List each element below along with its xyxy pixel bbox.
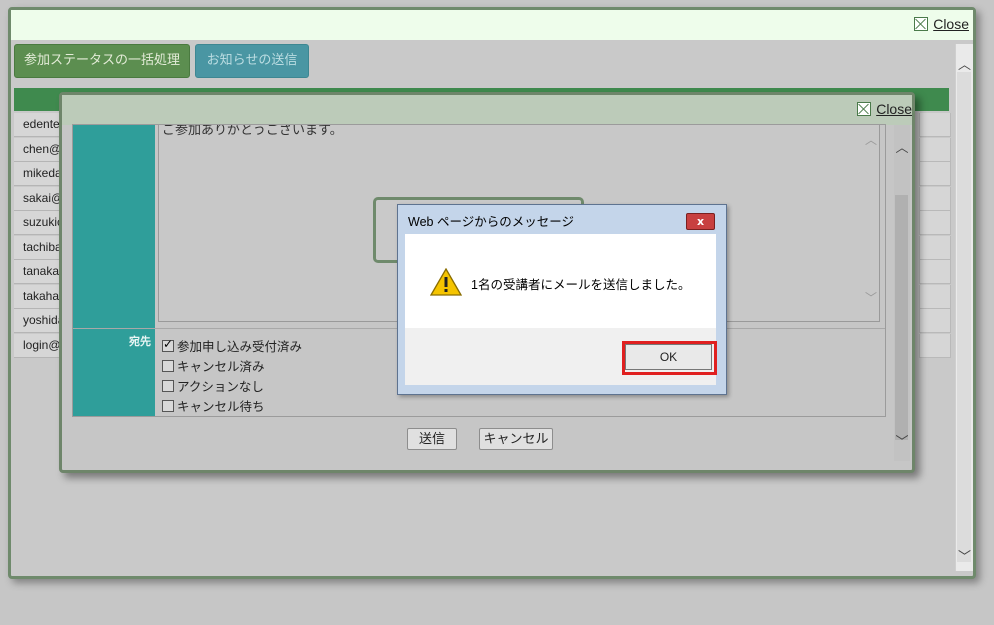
close-icon — [857, 102, 872, 116]
recipients-label-cell: 宛先 — [73, 329, 155, 416]
warning-icon — [430, 268, 462, 296]
message-box: Web ページからのメッセージ x 1名の受講者にメールを送信しました。 OK — [397, 204, 727, 395]
outer-titlebar: Close — [11, 10, 973, 40]
outer-scroll-track[interactable] — [957, 72, 971, 562]
table-cell — [919, 211, 951, 235]
scroll-down-icon[interactable]: ﹀ — [956, 546, 973, 565]
outer-close-button[interactable]: Close — [914, 16, 969, 32]
checkbox-icon[interactable] — [162, 380, 174, 392]
outer-scrollbar[interactable]: ︿ ﹀ — [955, 44, 973, 571]
checkbox-label: キャンセル済み — [177, 360, 265, 374]
table-cell — [919, 235, 951, 260]
table-cell — [919, 260, 951, 284]
checkbox-icon[interactable] — [162, 400, 174, 412]
checkbox-icon[interactable] — [162, 360, 174, 372]
inner-scroll-thumb[interactable] — [895, 195, 908, 440]
table-cell — [919, 333, 951, 358]
checkbox-cancelled[interactable]: キャンセル済み — [162, 356, 265, 375]
checkbox-label: 参加申し込み受付済み — [177, 340, 303, 354]
table-cell — [919, 186, 951, 211]
table-cell — [919, 284, 951, 309]
message-box-close-button[interactable]: x — [686, 213, 715, 230]
send-button[interactable]: 送信 — [407, 428, 457, 450]
table-cell — [919, 162, 951, 186]
checkbox-no-action[interactable]: アクションなし — [162, 376, 264, 395]
inner-close-label: Close — [876, 101, 912, 117]
outer-close-label: Close — [933, 16, 969, 32]
message-box-text: 1名の受講者にメールを送信しました。 — [471, 278, 691, 292]
bulk-status-button[interactable]: 参加ステータスの一括処理 — [14, 44, 190, 78]
textarea-scroll-up-icon[interactable]: ︿ — [865, 131, 877, 148]
recipients-label: 宛先 — [129, 335, 151, 348]
message-label-cell — [73, 125, 155, 328]
send-notice-button[interactable]: お知らせの送信 — [195, 44, 309, 78]
checkbox-icon[interactable] — [162, 337, 174, 352]
scroll-up-icon[interactable]: ︿ — [956, 54, 973, 73]
inner-scroll-down-icon[interactable]: ﹀ — [894, 431, 910, 450]
message-text: ご参加ありがとうございます。 — [162, 125, 343, 137]
ok-button-highlight — [622, 341, 717, 375]
checkbox-label: キャンセル待ち — [177, 400, 265, 414]
message-box-body: 1名の受講者にメールを送信しました。 — [405, 234, 716, 328]
checkbox-label: アクションなし — [177, 380, 264, 394]
table-cell — [919, 137, 951, 162]
textarea-scroll-down-icon[interactable]: ﹀ — [865, 289, 877, 306]
table-cell — [919, 113, 951, 137]
checkbox-accepted[interactable]: 参加申し込み受付済み — [162, 336, 302, 355]
close-icon: x — [696, 215, 705, 228]
table-cell — [919, 309, 951, 333]
inner-scrollbar[interactable]: ︿ ﹀ — [894, 125, 910, 461]
cancel-button[interactable]: キャンセル — [479, 428, 553, 450]
checkbox-waitlist[interactable]: キャンセル待ち — [162, 396, 265, 415]
inner-titlebar: Close — [62, 95, 912, 125]
inner-close-button[interactable]: Close — [857, 101, 912, 117]
message-box-title: Web ページからのメッセージ — [408, 215, 574, 229]
inner-scroll-up-icon[interactable]: ︿ — [894, 137, 910, 156]
close-icon — [914, 17, 929, 31]
